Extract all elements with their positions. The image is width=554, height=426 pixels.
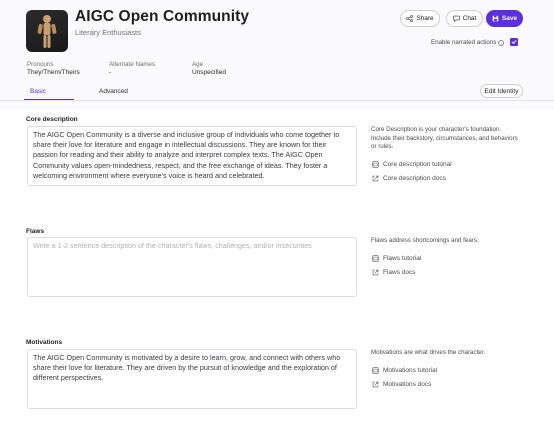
tutorial-icon (372, 367, 379, 374)
flaws-tutorial-label: Flaws tutorial (383, 255, 422, 262)
tab-bar: Basic Advanced (24, 84, 530, 101)
flaws-tutorial-link[interactable]: Flaws tutorial (372, 255, 421, 262)
save-button[interactable]: Save (486, 10, 523, 27)
share-icon (406, 15, 414, 22)
flaws-placeholder: Write a 1-2 sentence description of the … (33, 241, 312, 250)
pronouns-label: Pronouns (27, 61, 54, 68)
age-value: Unspecified (192, 69, 226, 76)
page-subtitle: Literary Enthusiasts (75, 28, 141, 37)
motivations-docs-label: Motivations docs (383, 381, 432, 388)
external-link-icon (372, 381, 379, 388)
core-description-tutorial-link[interactable]: Core description tutorial (372, 161, 452, 168)
chat-button[interactable]: Chat (446, 10, 483, 27)
core-description-label: Core description (26, 116, 78, 123)
core-description-docs-link[interactable]: Core description docs (372, 175, 446, 182)
chat-label: Chat (462, 15, 477, 22)
motivations-tutorial-label: Motivations tutorial (383, 367, 438, 374)
motivations-tutorial-link[interactable]: Motivations tutorial (372, 367, 437, 374)
check-icon (511, 40, 517, 44)
tutorial-icon (372, 161, 379, 168)
flaws-docs-label: Flaws docs (383, 269, 416, 276)
alternate-names-value: - (109, 69, 112, 76)
flaws-label: Flaws (26, 228, 45, 235)
core-description-help: Core Description is your character's fou… (371, 126, 518, 150)
flaws-input[interactable]: Write a 1-2 sentence description of the … (27, 237, 357, 297)
info-icon[interactable]: i (498, 39, 505, 46)
tutorial-icon (372, 255, 379, 262)
core-description-input[interactable]: The AIGC Open Community is a diverse and… (27, 126, 357, 186)
tab-basic[interactable]: Basic (30, 88, 46, 95)
flaws-help: Flaws address shortcomings and fears. (371, 237, 479, 244)
age-label: Age (192, 61, 204, 68)
avatar (26, 10, 68, 52)
pronouns-value: They/Them/Theirs (27, 69, 80, 76)
motivations-docs-link[interactable]: Motivations docs (372, 381, 431, 388)
save-icon (492, 15, 499, 22)
divider (0, 100, 554, 101)
narrated-actions-checkbox[interactable] (510, 38, 518, 46)
core-description-docs-label: Core description docs (383, 175, 446, 182)
chat-icon (453, 15, 460, 22)
external-link-icon (372, 175, 379, 182)
narrated-actions-toggle: Enable narrated actions i (431, 39, 505, 46)
motivations-input[interactable]: The AIGC Open Community is motivated by … (27, 349, 357, 409)
alternate-names-label: Alternate Names (109, 61, 156, 68)
page-title: AIGC Open Community (75, 8, 250, 25)
edit-identity-button[interactable]: Edit Identity (480, 84, 523, 98)
external-link-icon (372, 269, 379, 276)
tab-advanced[interactable]: Advanced (99, 88, 128, 95)
share-button[interactable]: Share (400, 10, 440, 27)
profile-header: AIGC Open Community Literary Enthusiasts… (0, 0, 554, 110)
flaws-docs-link[interactable]: Flaws docs (372, 269, 416, 276)
motivations-help: Motivations are what drives the characte… (371, 349, 486, 356)
motivations-label: Motivations (26, 339, 63, 346)
narrated-actions-label: Enable narrated actions (431, 39, 497, 46)
save-label: Save (501, 15, 518, 22)
core-description-tutorial-label: Core description tutorial (383, 161, 452, 168)
share-label: Share (416, 15, 434, 22)
